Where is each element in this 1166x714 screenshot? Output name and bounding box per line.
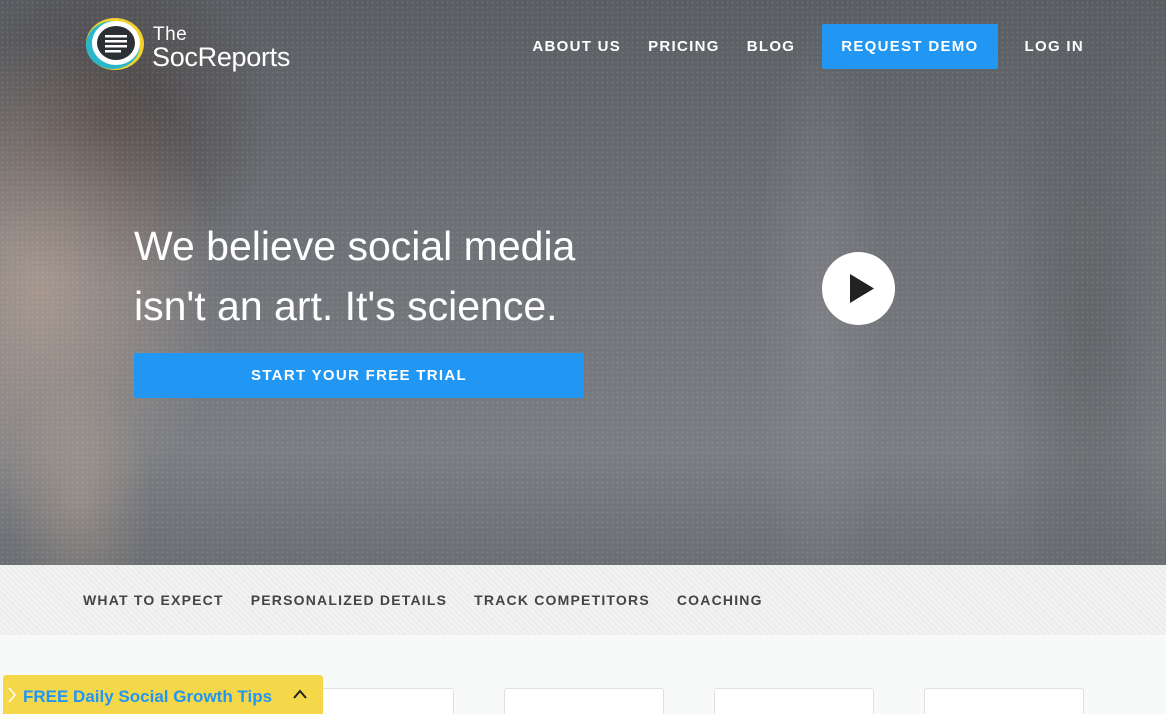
tab-what-to-expect[interactable]: WHAT TO EXPECT bbox=[83, 592, 224, 608]
tab-personalized-details[interactable]: PERSONALIZED DETAILS bbox=[251, 592, 447, 608]
start-free-trial-button[interactable]: START YOUR FREE TRIAL bbox=[134, 353, 584, 398]
main-nav: ABOUT US PRICING BLOG REQUEST DEMO LOG I… bbox=[505, 24, 1084, 69]
play-icon bbox=[850, 274, 874, 303]
feature-card bbox=[504, 688, 664, 714]
hero-headline-line2: isn't an art. It's science. bbox=[134, 283, 558, 329]
chevron-up-icon[interactable] bbox=[292, 687, 308, 703]
chevron-right-icon bbox=[8, 687, 16, 703]
feature-card bbox=[924, 688, 1084, 714]
nav-pricing[interactable]: PRICING bbox=[648, 38, 720, 55]
hero-headline-line1: We believe social media bbox=[134, 223, 576, 269]
hero-headline: We believe social media isn't an art. It… bbox=[134, 216, 575, 336]
feature-card bbox=[714, 688, 874, 714]
logo-mark-icon bbox=[86, 18, 144, 70]
login-link[interactable]: LOG IN bbox=[1025, 38, 1084, 55]
request-demo-button[interactable]: REQUEST DEMO bbox=[822, 24, 998, 69]
logo-name-text: SocReports bbox=[152, 42, 291, 72]
tab-coaching[interactable]: COACHING bbox=[677, 592, 763, 608]
promo-bar[interactable]: FREE Daily Social Growth Tips bbox=[3, 675, 323, 714]
logo[interactable]: The SocReports bbox=[84, 15, 294, 75]
feature-tabs: WHAT TO EXPECT PERSONALIZED DETAILS TRAC… bbox=[0, 565, 1166, 635]
tab-track-competitors[interactable]: TRACK COMPETITORS bbox=[474, 592, 650, 608]
play-video-button[interactable] bbox=[822, 252, 895, 325]
nav-blog[interactable]: BLOG bbox=[747, 38, 796, 55]
hero-section: The SocReports ABOUT US PRICING BLOG REQ… bbox=[0, 0, 1166, 565]
nav-about-us[interactable]: ABOUT US bbox=[532, 38, 621, 55]
promo-text: FREE Daily Social Growth Tips bbox=[23, 687, 273, 706]
